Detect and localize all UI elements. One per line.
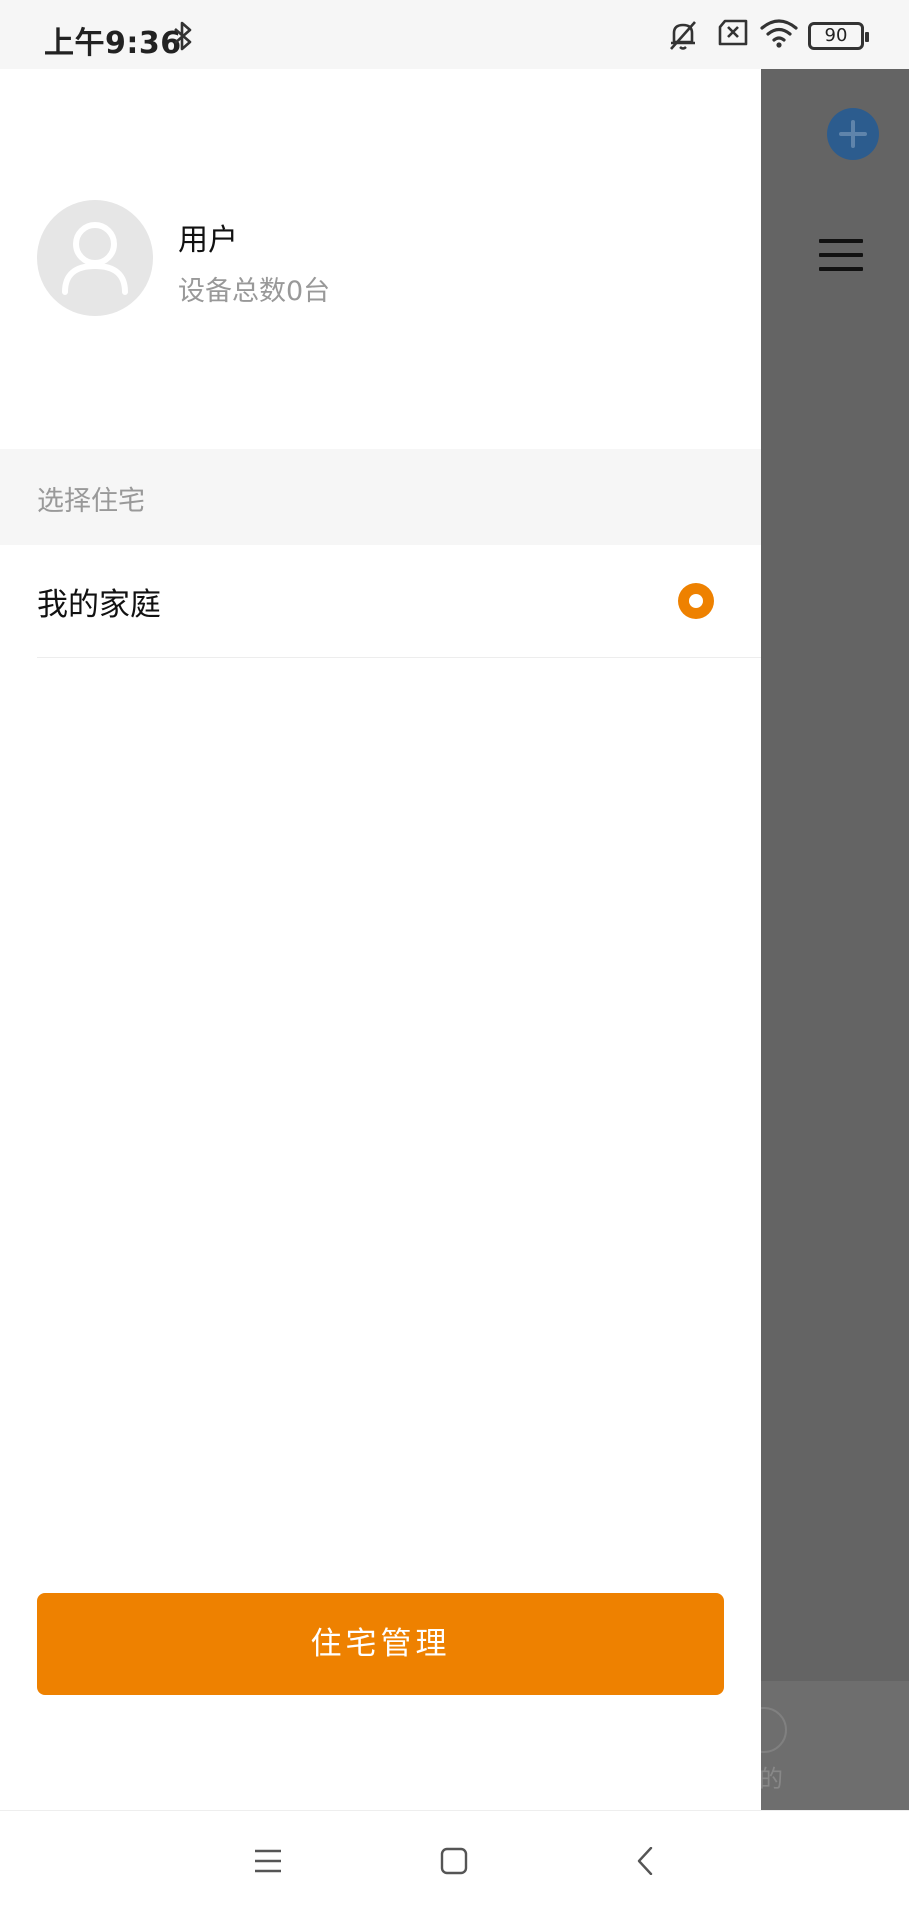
home-selector-drawer: 用户 设备总数0台 选择住宅 我的家庭 住宅管理 <box>0 69 761 1810</box>
device-count: 设备总数0台 <box>178 276 331 307</box>
sim-off-icon <box>718 19 748 46</box>
background-menu-icon <box>819 239 863 281</box>
battery-icon: 90 <box>808 22 869 50</box>
home-item-label: 我的家庭 <box>37 587 161 623</box>
bluetooth-icon <box>174 21 192 51</box>
background-add-button <box>827 108 879 160</box>
back-icon[interactable] <box>632 1847 660 1875</box>
navigation-bar <box>0 1810 909 1920</box>
home-selected-radio[interactable] <box>678 583 714 619</box>
battery-level: 90 <box>824 25 848 46</box>
background-tab-label: 的 <box>761 1765 783 1793</box>
background-tab-icon <box>761 1707 787 1753</box>
status-time: 上午9:36 <box>44 26 182 61</box>
background-tab-bar: 的 <box>761 1681 909 1810</box>
plus-icon <box>839 120 867 148</box>
menu-icon[interactable] <box>254 1847 282 1875</box>
home-management-button[interactable]: 住宅管理 <box>37 1593 724 1695</box>
avatar[interactable] <box>37 200 153 316</box>
status-bar: 上午9:36 90 <box>0 0 909 69</box>
mute-icon <box>670 21 696 50</box>
wifi-icon <box>760 19 798 48</box>
section-header: 选择住宅 <box>0 449 761 545</box>
home-list-item[interactable]: 我的家庭 <box>0 545 761 659</box>
user-avatar-icon <box>62 222 128 295</box>
user-name: 用户 <box>178 223 238 258</box>
home-icon[interactable] <box>440 1847 468 1875</box>
section-title: 选择住宅 <box>37 486 145 517</box>
background-screen-overlay[interactable]: 的 <box>761 69 909 1810</box>
divider <box>37 657 761 658</box>
